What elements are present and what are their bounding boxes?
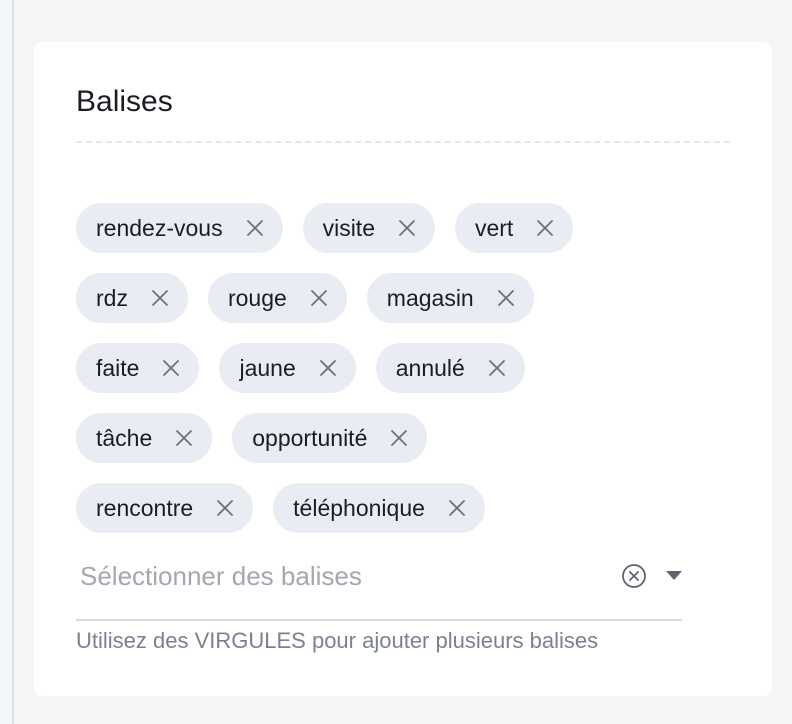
close-icon[interactable] <box>318 358 338 378</box>
tag-search-input[interactable] <box>76 551 610 601</box>
tag-label: tâche <box>96 425 153 451</box>
helper-text: Utilisez des VIRGULES pour ajouter plusi… <box>76 628 599 653</box>
tag-label: faite <box>96 355 140 381</box>
section-title: Balises <box>76 85 173 118</box>
close-icon[interactable] <box>161 358 181 378</box>
tag-chip: jaune <box>219 343 356 393</box>
tag-chip: annulé <box>375 343 525 393</box>
selected-tags-list: rendez-vous visite vert rdz rouge magasin fait… <box>76 203 730 533</box>
tag-chip: rdz <box>76 273 188 323</box>
close-icon[interactable] <box>174 428 194 448</box>
clear-circle-icon[interactable] <box>621 563 647 589</box>
tag-chip: téléphonique <box>273 483 485 533</box>
tag-label: rdz <box>96 285 128 311</box>
title-divider <box>76 141 730 143</box>
tag-row: tâche opportunité <box>76 413 730 463</box>
tag-chip: rendez-vous <box>76 203 283 253</box>
tag-row: rencontre téléphonique <box>76 483 730 533</box>
tag-chip: vert <box>454 203 574 253</box>
tag-label: visite <box>322 215 375 241</box>
tag-label: jaune <box>239 355 296 381</box>
tag-label: magasin <box>386 285 474 311</box>
tag-label: rendez-vous <box>96 215 223 241</box>
tag-label: téléphonique <box>293 495 425 521</box>
tag-chip: rencontre <box>76 483 254 533</box>
close-icon[interactable] <box>487 358 507 378</box>
tag-label: vert <box>474 215 514 241</box>
tag-label: opportunité <box>252 425 368 451</box>
close-icon[interactable] <box>309 288 329 308</box>
tags-card: Balises rendez-vous visite vert rdz rouge mag… <box>34 42 772 696</box>
tag-row: rdz rouge magasin <box>76 273 730 323</box>
tag-chip: rouge <box>207 273 347 323</box>
close-icon[interactable] <box>447 498 467 518</box>
tag-row: rendez-vous visite vert <box>76 203 730 253</box>
tag-label: rencontre <box>96 495 194 521</box>
tag-chip: tâche <box>76 413 213 463</box>
tag-chip: opportunité <box>232 413 428 463</box>
close-icon[interactable] <box>215 498 235 518</box>
tag-chip: faite <box>76 343 200 393</box>
close-icon[interactable] <box>150 288 170 308</box>
close-icon[interactable] <box>245 218 265 238</box>
caret-down-icon[interactable] <box>665 568 683 584</box>
close-icon[interactable] <box>397 218 417 238</box>
tag-label: rouge <box>227 285 287 311</box>
close-icon[interactable] <box>496 288 516 308</box>
tag-row: faite jaune annulé <box>76 343 730 393</box>
tag-chip: visite <box>302 203 435 253</box>
tag-chip: magasin <box>366 273 534 323</box>
close-icon[interactable] <box>535 218 555 238</box>
page-left-border <box>12 0 14 724</box>
tag-label: annulé <box>395 355 465 381</box>
tag-select[interactable] <box>76 551 682 621</box>
close-icon[interactable] <box>389 428 409 448</box>
